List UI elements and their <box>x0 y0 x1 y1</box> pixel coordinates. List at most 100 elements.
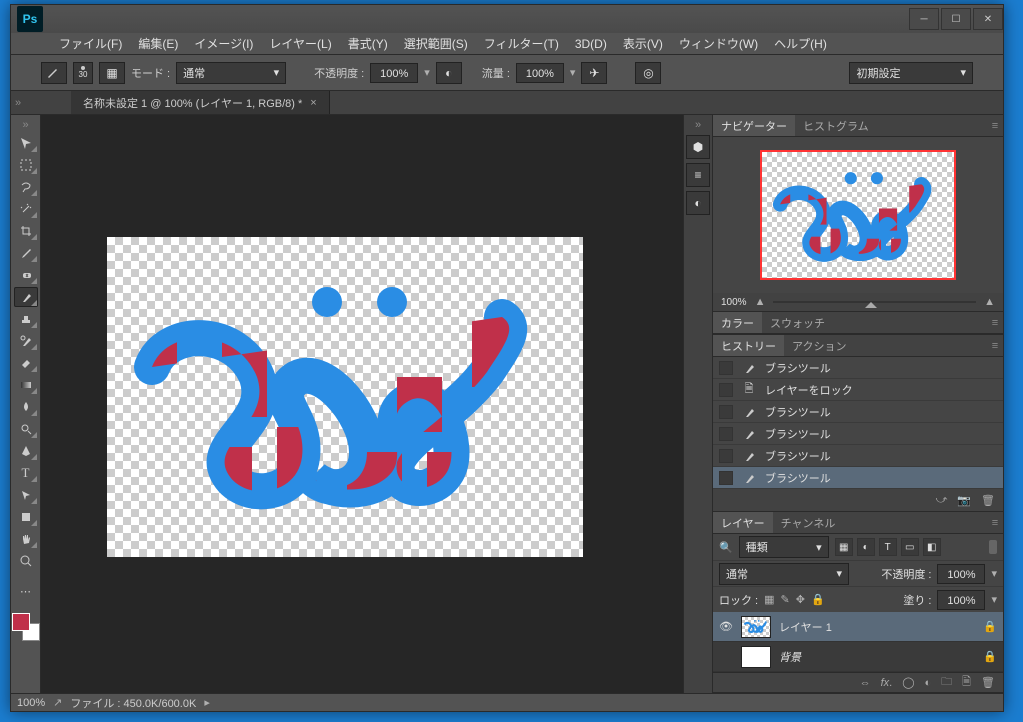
menu-help[interactable]: ヘルプ(H) <box>766 35 835 52</box>
opacity-input[interactable]: 100% <box>370 63 418 83</box>
filter-type-dropdown[interactable]: 種類▾ <box>739 536 829 558</box>
layer-opacity-input[interactable]: 100% <box>937 564 985 584</box>
type-tool[interactable]: T <box>14 463 38 483</box>
menu-view[interactable]: 表示(V) <box>615 35 671 52</box>
layers-tab[interactable]: レイヤー <box>713 512 773 533</box>
link-layers-icon[interactable]: ⇔ <box>860 677 871 689</box>
menu-type[interactable]: 書式(Y) <box>340 35 396 52</box>
tool-preset-icon[interactable] <box>41 62 67 84</box>
layer-item[interactable]: 背景🔒 <box>713 642 1003 672</box>
crop-tool[interactable] <box>14 221 38 241</box>
trash-icon[interactable]: 🗑 <box>981 494 995 507</box>
status-zoom[interactable]: 100% <box>17 697 45 709</box>
navigator-thumbnail[interactable] <box>760 150 956 280</box>
properties-panel-icon[interactable]: ≡ <box>686 163 710 187</box>
history-tab[interactable]: ヒストリー <box>713 335 784 356</box>
filter-adjust-icon[interactable]: ◐ <box>857 538 875 556</box>
brush-tool[interactable] <box>14 287 38 307</box>
lock-transparency-icon[interactable]: ▦ <box>764 593 774 606</box>
pressure-size-icon[interactable]: ◎ <box>635 62 661 84</box>
edit-toolbar-icon[interactable]: ⋯ <box>14 581 38 601</box>
swatches-tab[interactable]: スウォッチ <box>762 312 833 333</box>
history-item[interactable]: ブラシツール <box>713 467 1003 489</box>
wand-tool[interactable] <box>14 199 38 219</box>
maximize-button[interactable]: ☐ <box>941 8 971 30</box>
lasso-tool[interactable] <box>14 177 38 197</box>
color-tab[interactable]: カラー <box>713 312 762 333</box>
navigator-tab[interactable]: ナビゲーター <box>713 115 795 136</box>
canvas[interactable] <box>107 237 583 557</box>
history-checkbox[interactable] <box>719 361 733 375</box>
toolbar-chevron[interactable]: » <box>19 119 33 131</box>
filter-toggle[interactable] <box>989 540 997 554</box>
layer-blend-dropdown[interactable]: 通常▾ <box>719 563 849 585</box>
filter-pixel-icon[interactable]: ▦ <box>835 538 853 556</box>
history-checkbox[interactable] <box>719 427 733 441</box>
stamp-tool[interactable] <box>14 309 38 329</box>
pressure-opacity-icon[interactable]: ◐ <box>436 62 462 84</box>
filter-type-icon[interactable]: T <box>879 538 897 556</box>
history-checkbox[interactable] <box>719 383 733 397</box>
status-file-info[interactable]: ファイル : 450.0K/600.0K <box>70 695 196 711</box>
panel-menu-icon[interactable]: ≡ <box>987 115 1003 136</box>
move-tool[interactable] <box>14 133 38 153</box>
layer-thumbnail[interactable] <box>741 646 771 668</box>
group-icon[interactable]: 🗀 <box>941 673 952 692</box>
camera-icon[interactable]: 📷 <box>957 494 971 507</box>
eraser-tool[interactable] <box>14 353 38 373</box>
history-item[interactable]: ブラシツール <box>713 357 1003 379</box>
close-button[interactable]: ✕ <box>973 8 1003 30</box>
history-checkbox[interactable] <box>719 449 733 463</box>
status-arrow-icon[interactable]: ↗ <box>53 696 62 709</box>
panel-menu-icon[interactable]: ≡ <box>987 512 1003 533</box>
document-tab[interactable]: 名称未設定 1 @ 100% (レイヤー 1, RGB/8) * × <box>71 91 330 114</box>
menu-layer[interactable]: レイヤー(L) <box>261 35 339 52</box>
shape-tool[interactable] <box>14 507 38 527</box>
blur-tool[interactable] <box>14 397 38 417</box>
mask-icon[interactable]: ◯ <box>902 676 914 689</box>
lock-all-icon[interactable]: 🔒 <box>811 593 825 606</box>
minimize-button[interactable]: ─ <box>909 8 939 30</box>
menu-filter[interactable]: フィルター(T) <box>476 35 567 52</box>
menu-file[interactable]: ファイル(F) <box>51 35 130 52</box>
dodge-tool[interactable] <box>14 419 38 439</box>
blend-mode-dropdown[interactable]: 通常▾ <box>176 62 286 84</box>
canvas-area[interactable] <box>41 115 683 693</box>
search-icon[interactable]: 🔍 <box>719 541 733 554</box>
lock-pixels-icon[interactable]: ✎ <box>781 593 790 606</box>
panel-menu-icon[interactable]: ≡ <box>987 335 1003 356</box>
workspace-dropdown[interactable]: 初期設定▾ <box>849 62 973 84</box>
history-item[interactable]: ブラシツール <box>713 445 1003 467</box>
channels-tab[interactable]: チャンネル <box>773 512 844 533</box>
menu-edit[interactable]: 編集(E) <box>130 35 186 52</box>
strip-chevron[interactable]: » <box>691 119 705 131</box>
adjustments-panel-icon[interactable]: ◐ <box>686 191 710 215</box>
zoom-tool[interactable] <box>14 551 38 571</box>
filter-shape-icon[interactable]: ▭ <box>901 538 919 556</box>
panel-menu-icon[interactable]: ≡ <box>987 312 1003 333</box>
foreground-color[interactable] <box>12 613 30 631</box>
history-item[interactable]: ブラシツール <box>713 423 1003 445</box>
history-checkbox[interactable] <box>719 471 733 485</box>
brush-size-chip[interactable]: 30 <box>73 62 93 84</box>
history-brush-tool[interactable] <box>14 331 38 351</box>
brush-panel-toggle-icon[interactable]: ▦ <box>99 62 125 84</box>
gradient-tool[interactable] <box>14 375 38 395</box>
hand-tool[interactable] <box>14 529 38 549</box>
new-layer-icon[interactable]: 🗎 <box>962 673 971 692</box>
navigator-zoom-slider[interactable]: 100% ▲ ▲ <box>713 293 1003 311</box>
pen-tool[interactable] <box>14 441 38 461</box>
history-item[interactable]: ブラシツール <box>713 401 1003 423</box>
history-checkbox[interactable] <box>719 405 733 419</box>
eyedropper-tool[interactable] <box>14 243 38 263</box>
layer-item[interactable]: 👁レイヤー 1🔒 <box>713 612 1003 642</box>
menu-3d[interactable]: 3D(D) <box>567 37 615 51</box>
path-select-tool[interactable] <box>14 485 38 505</box>
histogram-tab[interactable]: ヒストグラム <box>795 115 877 136</box>
color-swatch[interactable] <box>12 613 40 641</box>
history-item[interactable]: 🗎レイヤーをロック <box>713 379 1003 401</box>
arrange-icon[interactable]: » <box>11 91 25 114</box>
airbrush-icon[interactable]: ✈ <box>581 62 607 84</box>
menu-image[interactable]: イメージ(I) <box>186 35 261 52</box>
new-snapshot-icon[interactable]: ⤻ <box>936 494 948 507</box>
